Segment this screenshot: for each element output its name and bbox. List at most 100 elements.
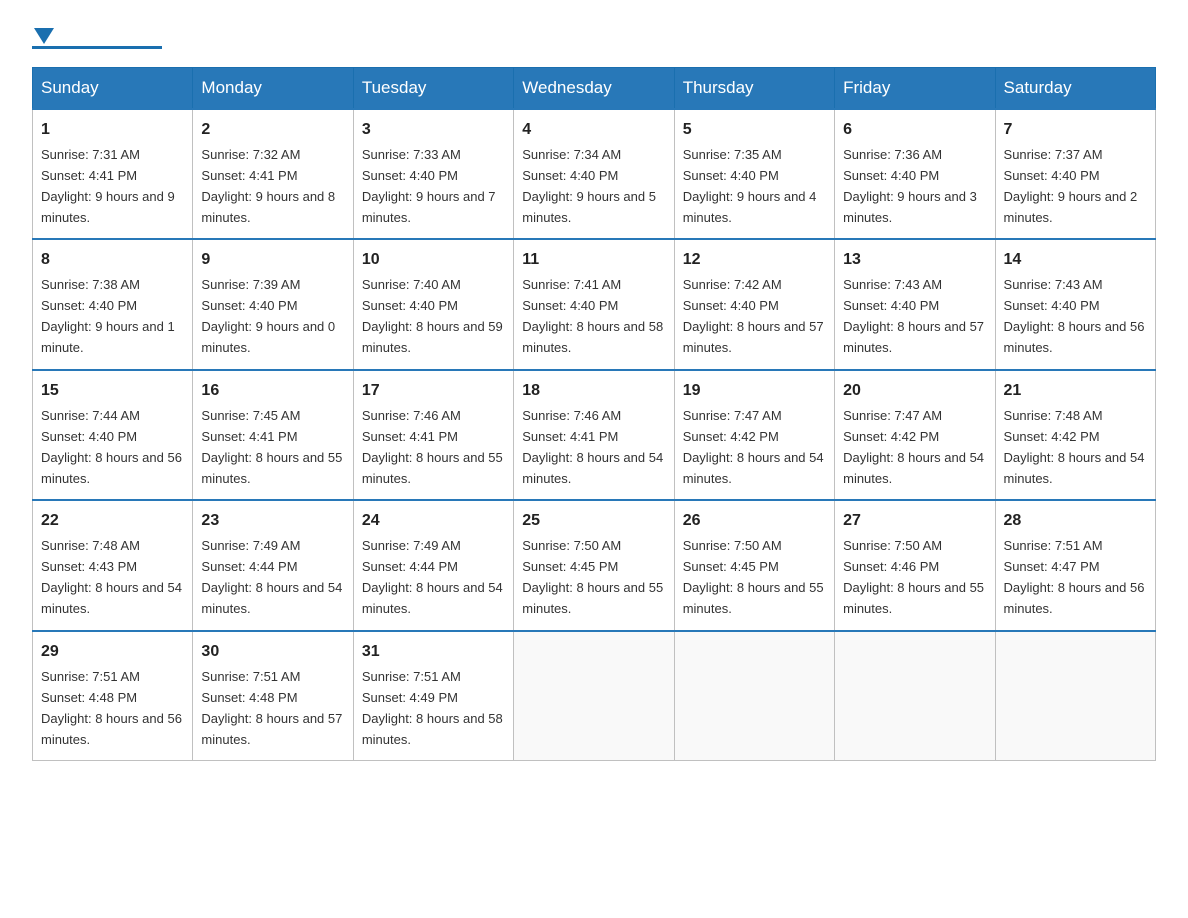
- day-info: Sunrise: 7:43 AMSunset: 4:40 PMDaylight:…: [1004, 277, 1145, 355]
- day-info: Sunrise: 7:38 AMSunset: 4:40 PMDaylight:…: [41, 277, 175, 355]
- day-info: Sunrise: 7:49 AMSunset: 4:44 PMDaylight:…: [362, 538, 503, 616]
- logo: [32, 24, 162, 49]
- day-info: Sunrise: 7:50 AMSunset: 4:45 PMDaylight:…: [683, 538, 824, 616]
- calendar-cell: 13 Sunrise: 7:43 AMSunset: 4:40 PMDaylig…: [835, 239, 995, 369]
- calendar-week-5: 29 Sunrise: 7:51 AMSunset: 4:48 PMDaylig…: [33, 631, 1156, 761]
- calendar-cell: 9 Sunrise: 7:39 AMSunset: 4:40 PMDayligh…: [193, 239, 353, 369]
- day-info: Sunrise: 7:51 AMSunset: 4:47 PMDaylight:…: [1004, 538, 1145, 616]
- calendar-cell: 15 Sunrise: 7:44 AMSunset: 4:40 PMDaylig…: [33, 370, 193, 500]
- day-number: 9: [201, 248, 344, 273]
- calendar-cell: 18 Sunrise: 7:46 AMSunset: 4:41 PMDaylig…: [514, 370, 674, 500]
- day-info: Sunrise: 7:41 AMSunset: 4:40 PMDaylight:…: [522, 277, 663, 355]
- day-number: 27: [843, 509, 986, 534]
- day-info: Sunrise: 7:32 AMSunset: 4:41 PMDaylight:…: [201, 147, 335, 225]
- day-number: 5: [683, 118, 826, 143]
- calendar-week-2: 8 Sunrise: 7:38 AMSunset: 4:40 PMDayligh…: [33, 239, 1156, 369]
- day-info: Sunrise: 7:36 AMSunset: 4:40 PMDaylight:…: [843, 147, 977, 225]
- day-number: 7: [1004, 118, 1147, 143]
- calendar-body: 1 Sunrise: 7:31 AMSunset: 4:41 PMDayligh…: [33, 109, 1156, 761]
- calendar-table: SundayMondayTuesdayWednesdayThursdayFrid…: [32, 67, 1156, 761]
- day-number: 17: [362, 379, 505, 404]
- day-info: Sunrise: 7:35 AMSunset: 4:40 PMDaylight:…: [683, 147, 817, 225]
- day-info: Sunrise: 7:46 AMSunset: 4:41 PMDaylight:…: [362, 408, 503, 486]
- day-number: 23: [201, 509, 344, 534]
- calendar-cell: 25 Sunrise: 7:50 AMSunset: 4:45 PMDaylig…: [514, 500, 674, 630]
- day-number: 15: [41, 379, 184, 404]
- calendar-cell: [995, 631, 1155, 761]
- calendar-cell: 19 Sunrise: 7:47 AMSunset: 4:42 PMDaylig…: [674, 370, 834, 500]
- calendar-cell: 12 Sunrise: 7:42 AMSunset: 4:40 PMDaylig…: [674, 239, 834, 369]
- day-number: 3: [362, 118, 505, 143]
- day-number: 11: [522, 248, 665, 273]
- calendar-cell: 10 Sunrise: 7:40 AMSunset: 4:40 PMDaylig…: [353, 239, 513, 369]
- weekday-header-wednesday: Wednesday: [514, 68, 674, 110]
- calendar-week-1: 1 Sunrise: 7:31 AMSunset: 4:41 PMDayligh…: [33, 109, 1156, 239]
- weekday-header-sunday: Sunday: [33, 68, 193, 110]
- day-info: Sunrise: 7:47 AMSunset: 4:42 PMDaylight:…: [683, 408, 824, 486]
- calendar-cell: 20 Sunrise: 7:47 AMSunset: 4:42 PMDaylig…: [835, 370, 995, 500]
- day-info: Sunrise: 7:51 AMSunset: 4:48 PMDaylight:…: [201, 669, 342, 747]
- calendar-cell: 31 Sunrise: 7:51 AMSunset: 4:49 PMDaylig…: [353, 631, 513, 761]
- calendar-cell: 22 Sunrise: 7:48 AMSunset: 4:43 PMDaylig…: [33, 500, 193, 630]
- page-header: [32, 24, 1156, 49]
- day-number: 1: [41, 118, 184, 143]
- calendar-week-4: 22 Sunrise: 7:48 AMSunset: 4:43 PMDaylig…: [33, 500, 1156, 630]
- day-number: 29: [41, 640, 184, 665]
- calendar-cell: 28 Sunrise: 7:51 AMSunset: 4:47 PMDaylig…: [995, 500, 1155, 630]
- day-number: 25: [522, 509, 665, 534]
- calendar-cell: 27 Sunrise: 7:50 AMSunset: 4:46 PMDaylig…: [835, 500, 995, 630]
- calendar-cell: 6 Sunrise: 7:36 AMSunset: 4:40 PMDayligh…: [835, 109, 995, 239]
- calendar-cell: [674, 631, 834, 761]
- calendar-cell: 30 Sunrise: 7:51 AMSunset: 4:48 PMDaylig…: [193, 631, 353, 761]
- weekday-header-friday: Friday: [835, 68, 995, 110]
- calendar-cell: 8 Sunrise: 7:38 AMSunset: 4:40 PMDayligh…: [33, 239, 193, 369]
- calendar-cell: 14 Sunrise: 7:43 AMSunset: 4:40 PMDaylig…: [995, 239, 1155, 369]
- day-info: Sunrise: 7:51 AMSunset: 4:48 PMDaylight:…: [41, 669, 182, 747]
- day-number: 22: [41, 509, 184, 534]
- calendar-cell: 1 Sunrise: 7:31 AMSunset: 4:41 PMDayligh…: [33, 109, 193, 239]
- day-info: Sunrise: 7:50 AMSunset: 4:45 PMDaylight:…: [522, 538, 663, 616]
- day-number: 30: [201, 640, 344, 665]
- day-info: Sunrise: 7:33 AMSunset: 4:40 PMDaylight:…: [362, 147, 496, 225]
- calendar-cell: 24 Sunrise: 7:49 AMSunset: 4:44 PMDaylig…: [353, 500, 513, 630]
- calendar-cell: [514, 631, 674, 761]
- day-number: 21: [1004, 379, 1147, 404]
- weekday-header-tuesday: Tuesday: [353, 68, 513, 110]
- day-number: 20: [843, 379, 986, 404]
- day-info: Sunrise: 7:47 AMSunset: 4:42 PMDaylight:…: [843, 408, 984, 486]
- day-info: Sunrise: 7:46 AMSunset: 4:41 PMDaylight:…: [522, 408, 663, 486]
- weekday-header-row: SundayMondayTuesdayWednesdayThursdayFrid…: [33, 68, 1156, 110]
- day-number: 16: [201, 379, 344, 404]
- day-info: Sunrise: 7:39 AMSunset: 4:40 PMDaylight:…: [201, 277, 335, 355]
- day-number: 12: [683, 248, 826, 273]
- calendar-cell: 23 Sunrise: 7:49 AMSunset: 4:44 PMDaylig…: [193, 500, 353, 630]
- calendar-header: SundayMondayTuesdayWednesdayThursdayFrid…: [33, 68, 1156, 110]
- day-info: Sunrise: 7:43 AMSunset: 4:40 PMDaylight:…: [843, 277, 984, 355]
- day-number: 18: [522, 379, 665, 404]
- day-number: 4: [522, 118, 665, 143]
- day-info: Sunrise: 7:45 AMSunset: 4:41 PMDaylight:…: [201, 408, 342, 486]
- day-info: Sunrise: 7:31 AMSunset: 4:41 PMDaylight:…: [41, 147, 175, 225]
- day-info: Sunrise: 7:37 AMSunset: 4:40 PMDaylight:…: [1004, 147, 1138, 225]
- calendar-cell: 11 Sunrise: 7:41 AMSunset: 4:40 PMDaylig…: [514, 239, 674, 369]
- calendar-week-3: 15 Sunrise: 7:44 AMSunset: 4:40 PMDaylig…: [33, 370, 1156, 500]
- day-info: Sunrise: 7:48 AMSunset: 4:43 PMDaylight:…: [41, 538, 182, 616]
- calendar-cell: 29 Sunrise: 7:51 AMSunset: 4:48 PMDaylig…: [33, 631, 193, 761]
- day-info: Sunrise: 7:34 AMSunset: 4:40 PMDaylight:…: [522, 147, 656, 225]
- day-info: Sunrise: 7:48 AMSunset: 4:42 PMDaylight:…: [1004, 408, 1145, 486]
- day-info: Sunrise: 7:51 AMSunset: 4:49 PMDaylight:…: [362, 669, 503, 747]
- day-info: Sunrise: 7:44 AMSunset: 4:40 PMDaylight:…: [41, 408, 182, 486]
- day-number: 14: [1004, 248, 1147, 273]
- logo-underline: [32, 46, 162, 49]
- day-number: 28: [1004, 509, 1147, 534]
- day-info: Sunrise: 7:42 AMSunset: 4:40 PMDaylight:…: [683, 277, 824, 355]
- day-number: 13: [843, 248, 986, 273]
- calendar-cell: 7 Sunrise: 7:37 AMSunset: 4:40 PMDayligh…: [995, 109, 1155, 239]
- day-info: Sunrise: 7:40 AMSunset: 4:40 PMDaylight:…: [362, 277, 503, 355]
- calendar-cell: 21 Sunrise: 7:48 AMSunset: 4:42 PMDaylig…: [995, 370, 1155, 500]
- day-number: 10: [362, 248, 505, 273]
- day-number: 8: [41, 248, 184, 273]
- calendar-cell: 17 Sunrise: 7:46 AMSunset: 4:41 PMDaylig…: [353, 370, 513, 500]
- day-number: 24: [362, 509, 505, 534]
- weekday-header-saturday: Saturday: [995, 68, 1155, 110]
